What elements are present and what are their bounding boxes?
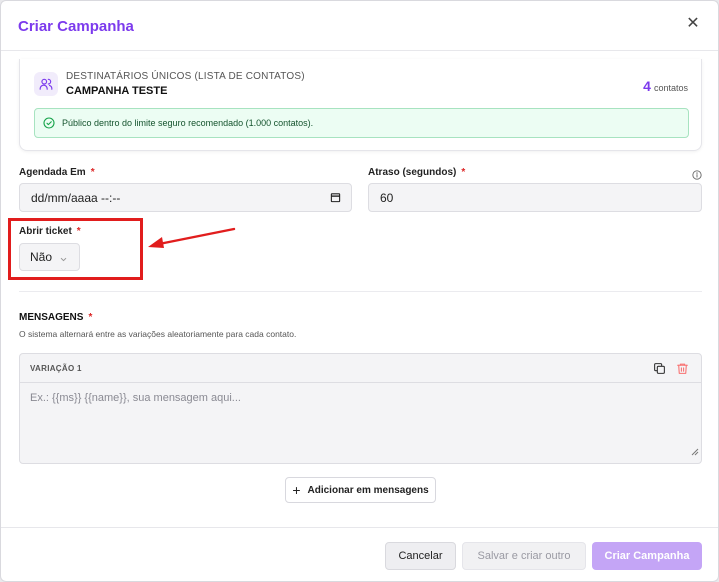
close-icon: ✕	[686, 15, 700, 32]
close-button[interactable]: ✕	[682, 12, 704, 34]
schedule-datetime-input[interactable]: dd/mm/aaaa --:--	[19, 183, 352, 212]
schedule-value: dd/mm/aaaa --:--	[31, 190, 121, 205]
create-campaign-modal: Criar Campanha ✕ DESTINATÁRIOS ÚNICOS (L…	[0, 0, 719, 582]
messages-title-text: MENSAGENS	[19, 312, 84, 323]
variation-label: VARIAÇÃO 1	[30, 364, 82, 373]
delay-seconds-input[interactable]: 60	[368, 183, 702, 212]
required-mark: *	[461, 167, 466, 178]
audience-count-unit: contatos	[653, 83, 688, 93]
users-icon	[34, 72, 58, 96]
annotation-arrow-icon	[148, 227, 236, 248]
safe-limit-message: Público dentro do limite seguro recomend…	[62, 118, 314, 128]
section-divider	[19, 291, 702, 292]
messages-help-text: O sistema alternará entre as variações a…	[19, 329, 297, 339]
add-message-button[interactable]: + Adicionar em mensagens	[285, 477, 436, 503]
messages-title: MENSAGENS *	[19, 312, 92, 323]
audience-label: DESTINATÁRIOS ÚNICOS (LISTA DE CONTATOS)	[66, 71, 305, 82]
save-and-create-another-button[interactable]: Salvar e criar outro	[462, 542, 586, 570]
modal-footer: Cancelar Salvar e criar outro Criar Camp…	[1, 527, 718, 581]
audience-card: DESTINATÁRIOS ÚNICOS (LISTA DE CONTATOS)…	[19, 59, 702, 151]
modal-title: Criar Campanha	[18, 18, 134, 35]
audience-count: 4 contatos	[643, 78, 688, 94]
schedule-label-text: Agendada Em	[19, 167, 86, 178]
resize-grip-icon[interactable]	[691, 443, 699, 461]
delay-value: 60	[380, 190, 394, 205]
calendar-icon[interactable]	[330, 192, 341, 203]
trash-icon[interactable]	[676, 362, 689, 380]
delay-label: Atraso (segundos) *	[368, 167, 465, 178]
add-message-label: Adicionar em mensagens	[307, 484, 429, 496]
variation-header: VARIAÇÃO 1	[20, 354, 701, 383]
required-mark: *	[88, 312, 93, 323]
required-mark: *	[90, 167, 95, 178]
audience-name: CAMPANHA TESTE	[66, 85, 168, 97]
info-icon[interactable]	[692, 167, 702, 180]
variation-card: VARIAÇÃO 1	[19, 353, 702, 464]
check-circle-icon	[43, 117, 55, 129]
cancel-button[interactable]: Cancelar	[385, 542, 456, 570]
create-campaign-button[interactable]: Criar Campanha	[592, 542, 702, 570]
delay-label-text: Atraso (segundos)	[368, 167, 457, 178]
copy-icon[interactable]	[653, 362, 666, 380]
plus-icon: +	[292, 482, 301, 498]
modal-header: Criar Campanha ✕	[1, 1, 718, 51]
annotation-highlight-box	[8, 218, 143, 280]
safe-limit-alert: Público dentro do limite seguro recomend…	[34, 108, 689, 138]
audience-count-number: 4	[643, 78, 651, 94]
schedule-label: Agendada Em *	[19, 167, 95, 178]
message-textarea[interactable]	[20, 383, 701, 463]
